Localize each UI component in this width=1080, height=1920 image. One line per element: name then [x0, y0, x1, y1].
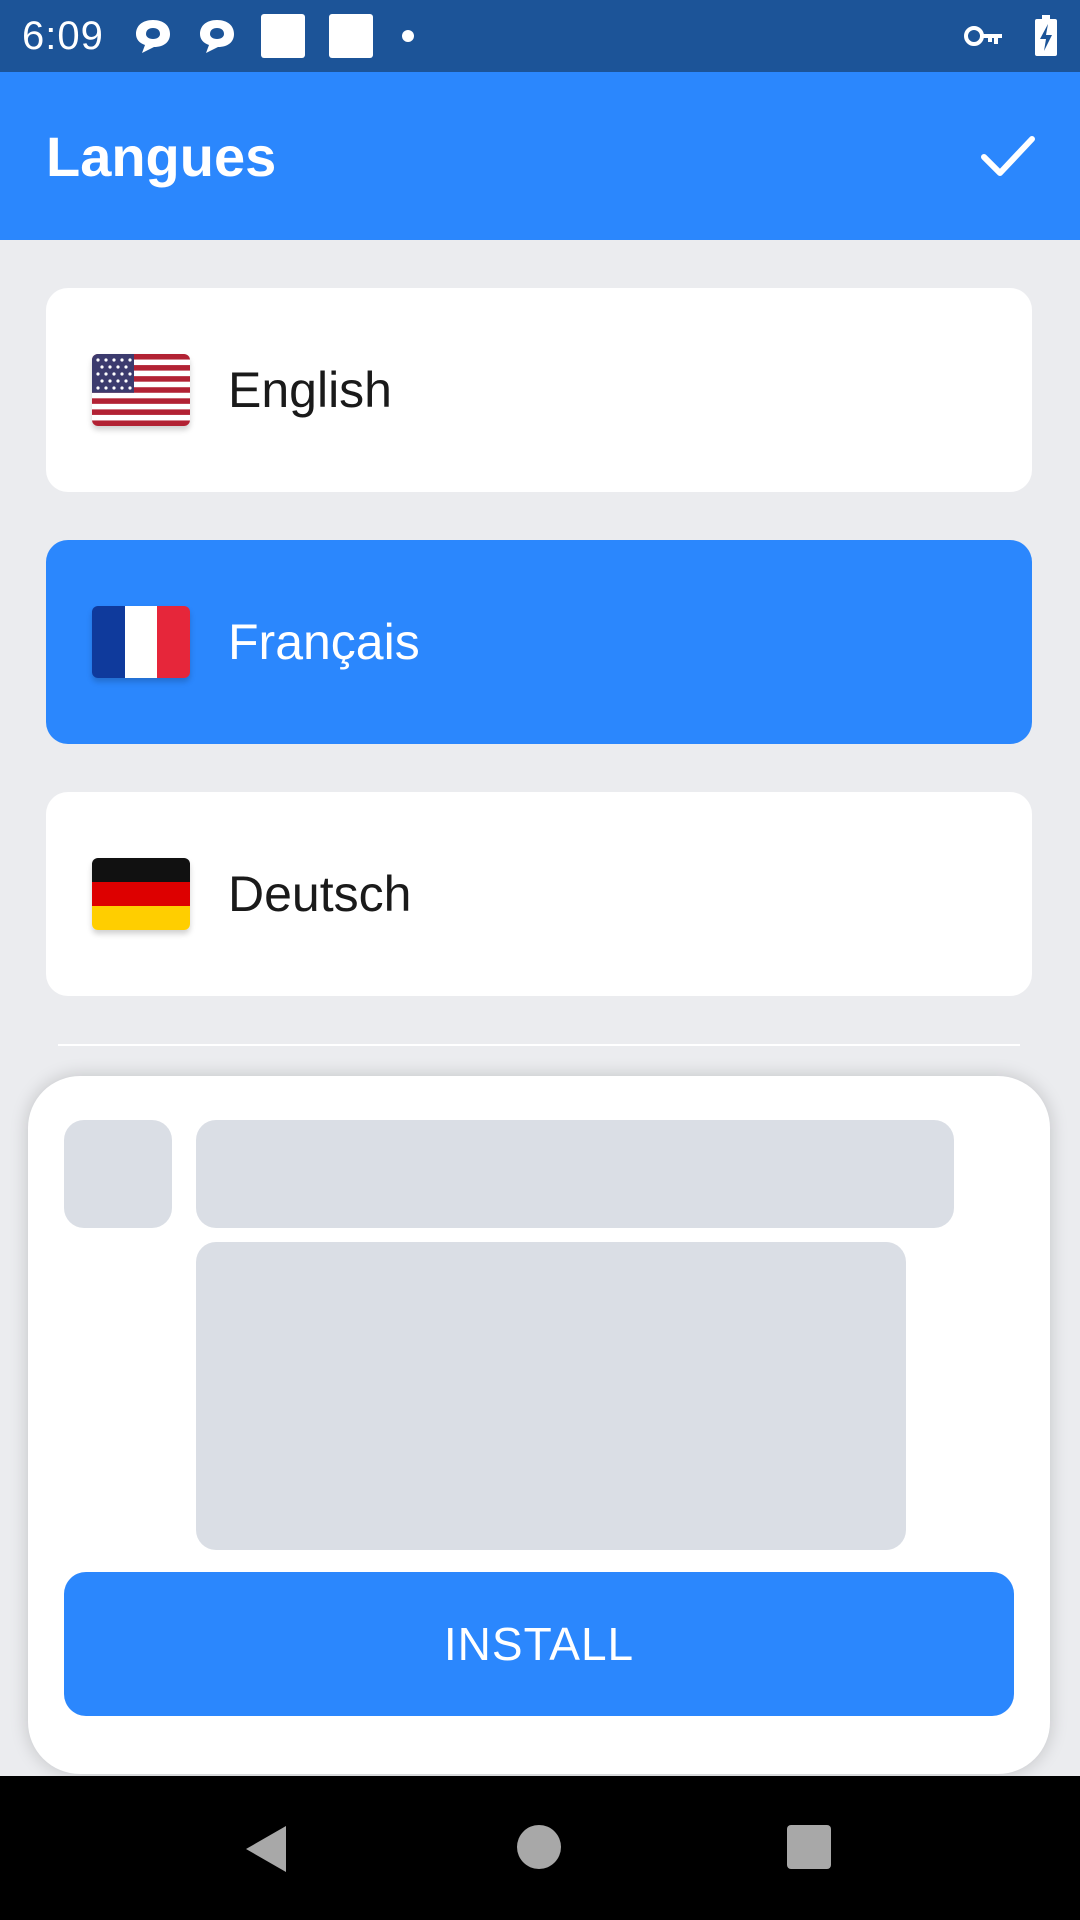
language-label: Deutsch	[228, 866, 412, 922]
vpn-key-icon	[964, 26, 1002, 46]
back-triangle-icon[interactable]	[242, 1824, 290, 1874]
language-label: Français	[228, 614, 420, 670]
recents-square-icon[interactable]	[786, 1824, 832, 1870]
check-icon	[981, 136, 1035, 176]
chat-bubble-icon	[135, 20, 170, 53]
status-bar: 6:09	[0, 0, 1080, 72]
us-flag-icon	[92, 354, 190, 426]
language-item-francais[interactable]: Français	[46, 540, 1032, 744]
confirm-button[interactable]	[980, 133, 1036, 179]
dot-icon	[401, 30, 414, 42]
page-title: Langues	[46, 124, 277, 188]
germany-flag-icon	[92, 858, 190, 930]
ad-icon-placeholder	[64, 1120, 172, 1228]
battery-charging-icon	[1035, 15, 1057, 56]
install-button[interactable]: INSTALL	[64, 1572, 1014, 1716]
ad-title-placeholder	[196, 1120, 954, 1228]
language-item-deutsch[interactable]: Deutsch	[46, 792, 1032, 996]
ad-sheet: INSTALL	[28, 1076, 1050, 1774]
square-notification-icon	[328, 14, 373, 58]
status-time: 6:09	[22, 13, 104, 58]
status-icons-right	[964, 15, 1058, 57]
language-item-english[interactable]: English	[46, 288, 1032, 492]
square-notification-icon	[260, 14, 305, 58]
list-divider	[58, 1044, 1020, 1046]
ad-media-placeholder	[196, 1242, 906, 1550]
home-circle-icon[interactable]	[516, 1824, 562, 1870]
language-label: English	[228, 362, 392, 418]
france-flag-icon	[92, 606, 190, 678]
status-icons-left	[132, 13, 420, 59]
chat-bubble-icon	[199, 20, 234, 53]
app-bar: Langues	[0, 72, 1080, 240]
